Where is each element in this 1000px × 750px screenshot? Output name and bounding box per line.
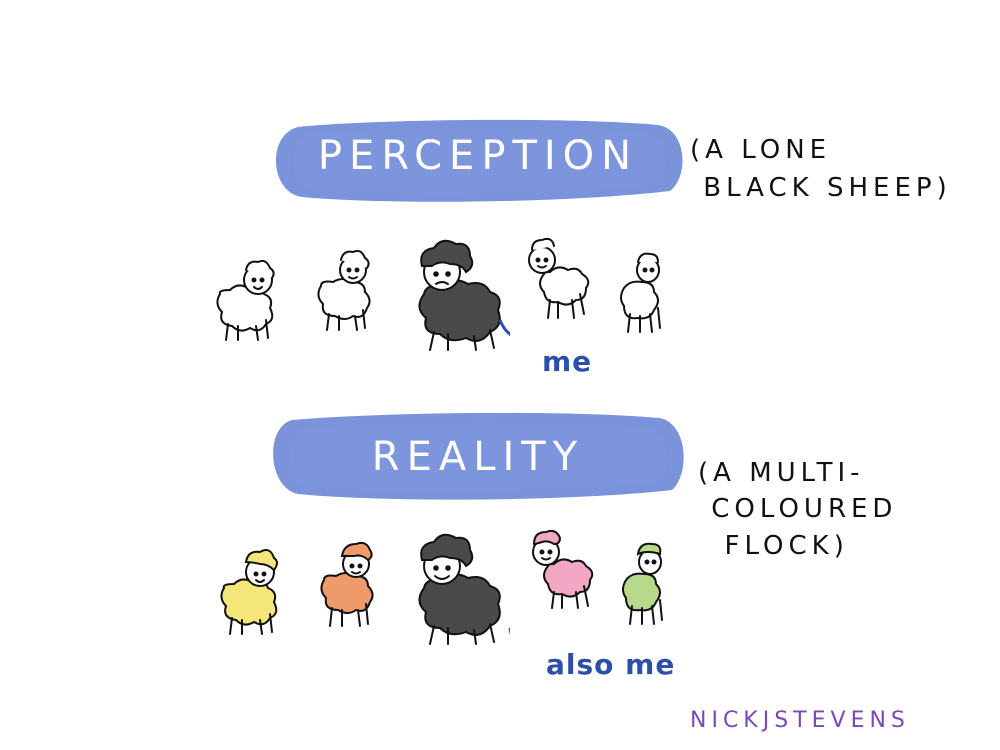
callout-me: me (542, 345, 593, 378)
reality-banner: REALITY (268, 410, 688, 502)
green-sheep-icon (622, 542, 663, 625)
orange-sheep-icon (320, 541, 374, 627)
white-sheep-icon (317, 249, 371, 331)
cartoon-canvas: PERCEPTION (A LONE BLACK SHEEP) REALITY … (0, 0, 1000, 750)
pointer-line (498, 319, 510, 337)
reality-title: REALITY (371, 434, 585, 480)
white-sheep-icon (620, 252, 661, 333)
white-sheep-icon (216, 259, 275, 341)
reality-note: (A MULTI- COLOURED FLOCK) (698, 458, 898, 561)
yellow-sheep-icon (220, 549, 278, 635)
artist-signature: NICKJSTEVENS (690, 708, 910, 733)
perception-title: PERCEPTION (317, 133, 639, 179)
perception-banner: PERCEPTION (268, 115, 688, 205)
callout-also-me: also me (546, 648, 676, 681)
perception-note: (A LONE BLACK SHEEP) (690, 135, 952, 203)
pink-sheep-icon (532, 529, 594, 609)
white-sheep-icon (528, 237, 590, 319)
black-sheep-icon (418, 533, 510, 645)
black-sheep-icon (418, 239, 510, 351)
